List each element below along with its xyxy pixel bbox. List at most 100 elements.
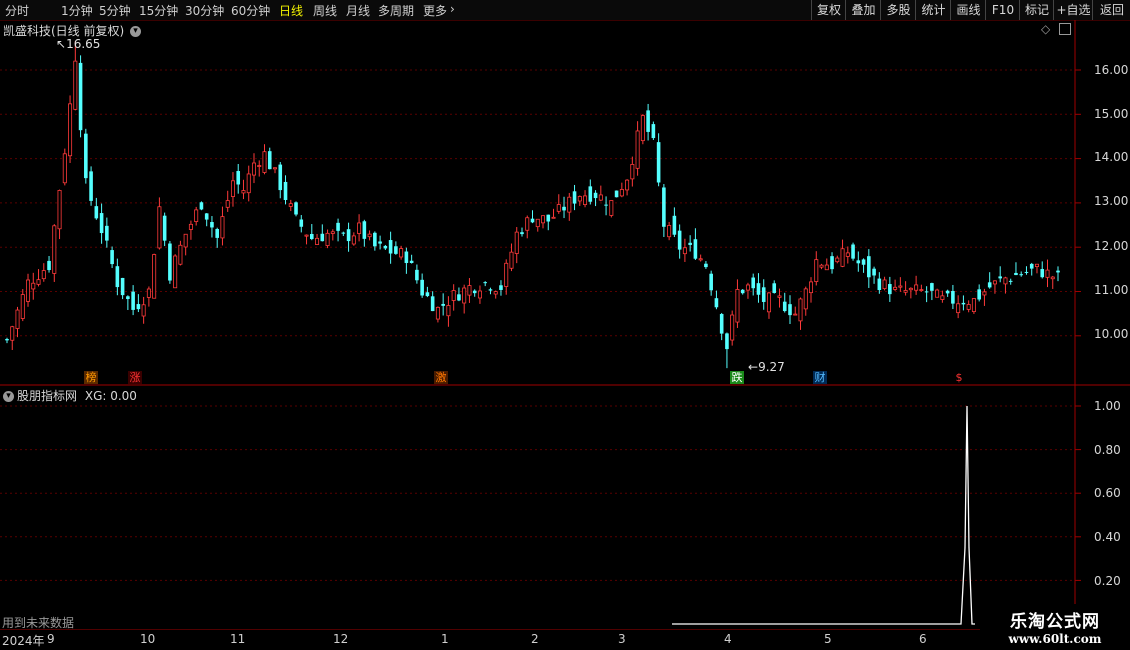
toolbar-button[interactable]: 统计 (915, 0, 951, 20)
candle-body (430, 296, 435, 312)
candle-body (483, 282, 488, 284)
toolbar-button[interactable]: 画线 (950, 0, 986, 20)
toolbar-button[interactable]: 复权 (811, 0, 846, 20)
candle-body (89, 171, 93, 201)
candle-body (761, 287, 766, 302)
y-tick-label: 13.00 (1094, 194, 1129, 208)
candle-body (257, 165, 262, 167)
candle-body (26, 279, 31, 302)
toolbar-button[interactable]: +自选 (1053, 0, 1093, 20)
candle-body (441, 303, 445, 306)
candle-body (614, 190, 619, 198)
candle-body (336, 222, 340, 231)
candle-body (183, 233, 188, 248)
panel-toggle-icon[interactable] (1059, 23, 1071, 35)
toolbar-button[interactable]: 标记 (1019, 0, 1054, 20)
period-tab[interactable]: 周线 (313, 2, 337, 19)
signal-marker[interactable]: 激 (434, 371, 448, 384)
candle-body (798, 298, 803, 322)
signal-marker[interactable]: $ (952, 371, 966, 384)
chevron-down-icon[interactable]: ▾ (3, 391, 14, 402)
x-month-label: 6 (919, 632, 927, 646)
period-tab[interactable]: 日线 (279, 2, 303, 19)
period-tab[interactable]: 30分钟 (185, 2, 224, 19)
candle-body (977, 289, 981, 300)
diamond-icon[interactable]: ◇ (1041, 22, 1050, 36)
candle-body (236, 171, 241, 185)
candle-body (656, 142, 661, 183)
candle-body (1040, 269, 1045, 278)
chevron-down-icon[interactable]: ▾ (130, 26, 142, 37)
candle-body (126, 296, 130, 300)
candle-body (467, 285, 472, 296)
toolbar-button[interactable]: 返回 (1092, 0, 1130, 20)
toolbar-button[interactable]: 叠加 (845, 0, 881, 20)
candle-body (378, 241, 382, 244)
candle-body (756, 283, 761, 295)
period-tab[interactable]: 1分钟 (61, 2, 93, 19)
candle-body (388, 240, 393, 254)
indicator-y-tick-label: 0.60 (1094, 486, 1121, 500)
candle-body (1034, 263, 1039, 267)
period-tab[interactable]: 月线 (346, 2, 370, 19)
signal-marker[interactable]: 财 (813, 371, 827, 384)
signal-marker[interactable]: 跌 (730, 371, 744, 384)
y-tick-label: 14.00 (1094, 150, 1129, 164)
period-tab[interactable]: 分时 (5, 2, 29, 19)
candle-body (604, 204, 608, 206)
candle-body (367, 233, 372, 238)
candle-body (930, 283, 934, 291)
candle-body (651, 124, 656, 139)
candle-body (992, 280, 997, 285)
candle-body (583, 195, 588, 206)
candle-body (719, 314, 724, 334)
period-tab[interactable]: 15分钟 (139, 2, 178, 19)
candle-body (525, 217, 530, 231)
candle-body (131, 291, 135, 310)
watermark-name: 乐淘公式网 (1010, 612, 1100, 632)
candle-body (966, 304, 971, 310)
candle-body (1014, 272, 1018, 276)
candle-body (898, 285, 903, 288)
signal-marker[interactable]: 榜 (84, 371, 98, 384)
indicator-y-tick-label: 0.20 (1094, 574, 1121, 588)
candle-body (714, 298, 719, 308)
candle-body (635, 130, 640, 169)
candle-body (914, 284, 919, 291)
candle-body (903, 290, 908, 293)
candle-body (47, 260, 51, 271)
candle-body (640, 115, 645, 142)
chevron-right-icon[interactable]: › (450, 2, 455, 16)
candle-body (288, 203, 293, 207)
candle-body (141, 304, 146, 317)
signal-marker[interactable]: 涨 (128, 371, 142, 384)
candle-body (383, 245, 388, 249)
toolbar-button[interactable]: 多股 (880, 0, 916, 20)
candle-body (146, 288, 151, 298)
period-tab[interactable]: 更多 (423, 2, 447, 19)
candle-body (872, 268, 876, 276)
candle-body (488, 289, 493, 291)
candle-body (803, 288, 808, 310)
candle-body (425, 292, 430, 297)
candle-body (766, 292, 771, 313)
candle-body (535, 218, 540, 228)
period-tab[interactable]: 5分钟 (99, 2, 131, 19)
candle-body (394, 246, 398, 254)
candle-body (173, 255, 178, 289)
candle-body (5, 339, 9, 341)
period-tab[interactable]: 60分钟 (231, 2, 270, 19)
x-month-label: 4 (724, 632, 732, 646)
toolbar-button[interactable]: F10 (985, 0, 1020, 20)
candle-body (882, 279, 887, 290)
candle-body (1008, 280, 1013, 282)
candle-body (709, 273, 713, 291)
candle-body (36, 279, 41, 285)
x-month-label: 9 (47, 632, 55, 646)
min-price-label: ←9.27 (748, 360, 785, 374)
period-tab[interactable]: 多周期 (378, 2, 414, 19)
candle-body (294, 202, 298, 215)
chart-canvas[interactable] (0, 20, 1130, 630)
candle-body (246, 173, 251, 194)
candle-body (78, 62, 83, 131)
